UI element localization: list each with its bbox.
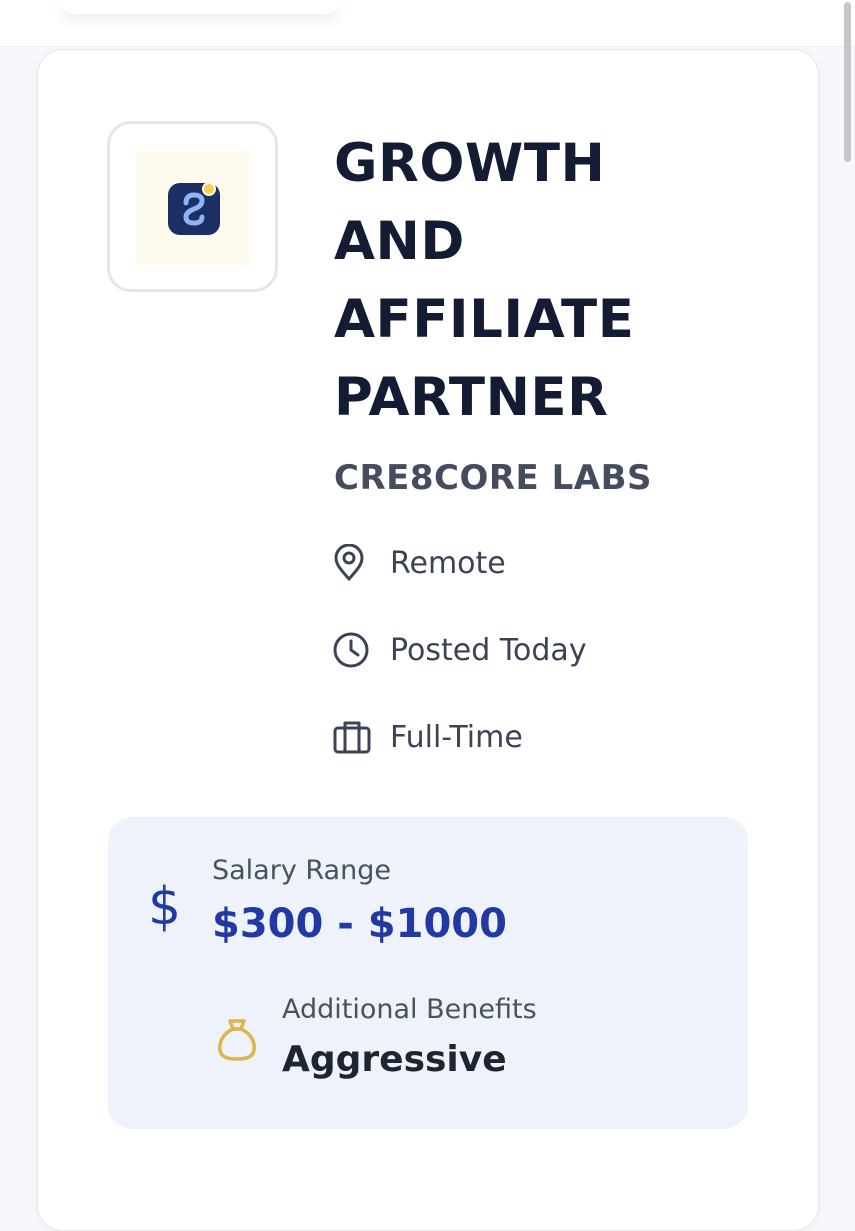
company-logo: [107, 121, 278, 292]
additional-benefits-value: Aggressive: [282, 1039, 507, 1080]
employment-type-row: Full-Time: [332, 717, 523, 757]
dollar-icon: $: [148, 877, 182, 937]
top-shadow-decoration: [60, 0, 340, 14]
posted-label: Posted Today: [390, 632, 587, 668]
money-bag-icon: [216, 1017, 258, 1068]
location-row: Remote: [332, 543, 506, 583]
job-title: GROWTH AND AFFILIATE PARTNER: [334, 133, 635, 428]
clock-icon: [332, 630, 372, 670]
location-label: Remote: [390, 545, 506, 581]
employment-type-label: Full-Time: [390, 719, 523, 755]
salary-range-label: Salary Range: [212, 855, 391, 886]
job-card: GROWTH AND AFFILIATE PARTNER CRE8CORE LA…: [37, 49, 819, 1231]
posted-row: Posted Today: [332, 630, 587, 670]
top-strip: [0, 0, 855, 47]
logo-mark-icon: [168, 182, 220, 235]
compensation-panel: $ Salary Range $300 - $1000 Additional B…: [108, 817, 748, 1129]
scrollbar-thumb[interactable]: [844, 2, 851, 162]
logo-background: [137, 151, 251, 265]
additional-benefits-label: Additional Benefits: [282, 994, 537, 1025]
company-name: CRE8CORE LABS: [334, 458, 652, 498]
map-pin-icon: [332, 543, 372, 583]
salary-range-value: $300 - $1000: [212, 901, 507, 947]
scrollbar[interactable]: [843, 0, 851, 1199]
briefcase-icon: [332, 717, 372, 757]
